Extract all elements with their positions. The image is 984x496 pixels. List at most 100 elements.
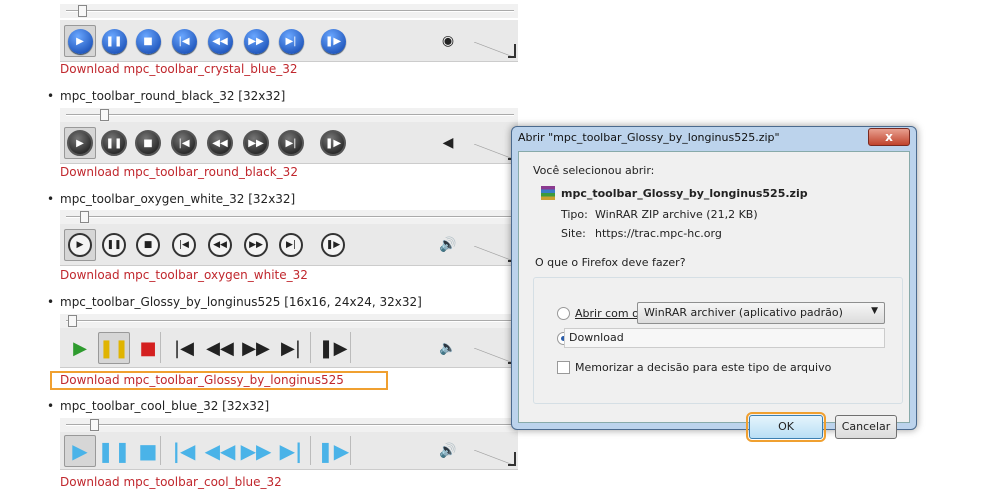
speaker-icon[interactable]: 🔈	[438, 338, 458, 358]
toolbar-separator	[350, 332, 351, 363]
next-button[interactable]: ▶|	[275, 25, 307, 57]
download-option[interactable]: Download	[564, 328, 885, 348]
rewind-icon: ◀◀	[204, 439, 236, 463]
seek-bar[interactable]	[60, 314, 518, 328]
stop-button[interactable]: ■	[132, 25, 164, 57]
play-button[interactable]: ▶	[64, 127, 96, 159]
pause-icon: ❚❚	[101, 130, 127, 156]
seek-thumb[interactable]	[80, 211, 89, 223]
next-icon: ▶|	[281, 337, 301, 359]
player-toolbar-cool-blue: ▶ ❚❚ ■ |◀ ◀◀ ▶▶ ▶| ❚▶ 🔊	[60, 432, 518, 470]
fast-forward-button[interactable]: ▶▶	[240, 229, 272, 261]
download-label: Download	[569, 331, 624, 344]
pause-button[interactable]: ❚❚	[98, 229, 130, 261]
fast-forward-icon: ▶▶	[243, 130, 269, 156]
frame-step-button[interactable]: ❚▶	[317, 127, 349, 159]
seek-thumb[interactable]	[78, 5, 87, 17]
previous-button[interactable]: |◀	[168, 127, 200, 159]
open-with-radio[interactable]	[557, 307, 570, 320]
seek-bar[interactable]	[60, 4, 518, 18]
seek-track	[66, 10, 514, 12]
ok-button[interactable]: OK	[746, 412, 826, 442]
play-button[interactable]: ▶	[64, 332, 96, 364]
play-icon: ▶	[72, 439, 88, 463]
play-button[interactable]: ▶	[64, 25, 96, 57]
application-select[interactable]: WinRAR archiver (aplicativo padrão) ▼	[637, 302, 885, 324]
fast-forward-button[interactable]: ▶▶	[240, 127, 272, 159]
pause-icon: ❚❚	[97, 439, 131, 463]
fast-forward-button[interactable]: ▶▶	[240, 435, 272, 467]
volume-slider[interactable]	[474, 348, 516, 364]
next-button[interactable]: ▶|	[275, 435, 307, 467]
next-icon: ▶|	[278, 130, 304, 156]
fast-forward-button[interactable]: ▶▶	[240, 332, 272, 364]
volume-slider[interactable]	[474, 42, 516, 58]
rewind-button[interactable]: ◀◀	[204, 332, 236, 364]
volume-slider[interactable]	[474, 246, 516, 262]
download-link-cool-blue[interactable]: Download mpc_toolbar_cool_blue_32	[60, 475, 282, 489]
frame-step-button[interactable]: ❚▶	[317, 435, 349, 467]
rewind-button[interactable]: ◀◀	[204, 229, 236, 261]
seek-thumb[interactable]	[90, 419, 99, 431]
rewind-button[interactable]: ◀◀	[204, 435, 236, 467]
rewind-button[interactable]: ◀◀	[204, 25, 236, 57]
download-link-oxygen-white[interactable]: Download mpc_toolbar_oxygen_white_32	[60, 268, 308, 282]
next-button[interactable]: ▶|	[275, 332, 307, 364]
next-icon: ▶|	[278, 28, 304, 54]
download-link-round-black[interactable]: Download mpc_toolbar_round_black_32	[60, 165, 298, 179]
rewind-button[interactable]: ◀◀	[204, 127, 236, 159]
stop-icon: ■	[139, 337, 157, 359]
seek-bar[interactable]	[60, 108, 518, 122]
toolbar-title-text: mpc_toolbar_Glossy_by_longinus525 [16x16…	[60, 295, 422, 309]
fast-forward-button[interactable]: ▶▶	[240, 25, 272, 57]
frame-step-icon: ❚▶	[321, 233, 345, 257]
stop-icon: ■	[138, 439, 158, 463]
pause-icon: ❚❚	[102, 233, 126, 257]
cancel-button[interactable]: Cancelar	[835, 415, 897, 439]
chevron-down-icon: ▼	[871, 306, 878, 316]
dialog-body: Você selecionou abrir: mpc_toolbar_Gloss…	[518, 151, 910, 442]
next-button[interactable]: ▶|	[275, 229, 307, 261]
previous-button[interactable]: |◀	[168, 229, 200, 261]
next-button[interactable]: ▶|	[275, 127, 307, 159]
seek-thumb[interactable]	[68, 315, 77, 327]
speaker-icon[interactable]: ◉	[438, 31, 458, 51]
seek-track	[66, 216, 514, 218]
remember-label[interactable]: Memorizar a decisão para este tipo de ar…	[575, 361, 831, 374]
open-with-label[interactable]: Abrir com o:	[575, 307, 643, 320]
download-link-crystal-blue[interactable]: Download mpc_toolbar_crystal_blue_32	[60, 62, 297, 76]
pause-button[interactable]: ❚❚	[98, 25, 130, 57]
toolbar-title-text: mpc_toolbar_round_black_32 [32x32]	[60, 89, 286, 103]
frame-step-button[interactable]: ❚▶	[317, 229, 349, 261]
remember-checkbox[interactable]	[557, 361, 570, 374]
seek-thumb[interactable]	[100, 109, 109, 121]
stop-button[interactable]: ■	[132, 127, 164, 159]
pause-button[interactable]: ❚❚	[98, 332, 130, 364]
seek-bar[interactable]	[60, 210, 518, 224]
pause-button[interactable]: ❚❚	[97, 435, 131, 467]
volume-slider[interactable]	[474, 450, 516, 466]
frame-step-button[interactable]: ❚▶	[317, 25, 349, 57]
play-button[interactable]: ▶	[64, 229, 96, 261]
seek-track	[66, 114, 514, 116]
speaker-icon[interactable]: 🔊	[438, 441, 458, 461]
previous-button[interactable]: |◀	[168, 435, 200, 467]
frame-step-button[interactable]: ❚▶	[317, 332, 349, 364]
play-button[interactable]: ▶	[64, 435, 96, 467]
speaker-icon[interactable]: ◀	[438, 133, 458, 153]
speaker-icon[interactable]: 🔊	[438, 235, 458, 255]
file-name: mpc_toolbar_Glossy_by_longinus525.zip	[561, 187, 808, 200]
frame-step-icon: ❚▶	[320, 130, 346, 156]
player-toolbar-glossy: ▶ ❚❚ ■ |◀ ◀◀ ▶▶ ▶| ❚▶ 🔈	[60, 328, 518, 368]
close-button[interactable]: x	[868, 128, 910, 146]
volume-slider[interactable]	[474, 144, 516, 160]
stop-button[interactable]: ■	[132, 229, 164, 261]
pause-button[interactable]: ❚❚	[98, 127, 130, 159]
highlight-box	[50, 371, 388, 390]
seek-track	[66, 320, 514, 322]
seek-bar[interactable]	[60, 418, 518, 432]
previous-button[interactable]: |◀	[168, 332, 200, 364]
toolbar-title-text: mpc_toolbar_oxygen_white_32 [32x32]	[60, 192, 296, 206]
previous-button[interactable]: |◀	[168, 25, 200, 57]
stop-icon: ■	[135, 130, 161, 156]
